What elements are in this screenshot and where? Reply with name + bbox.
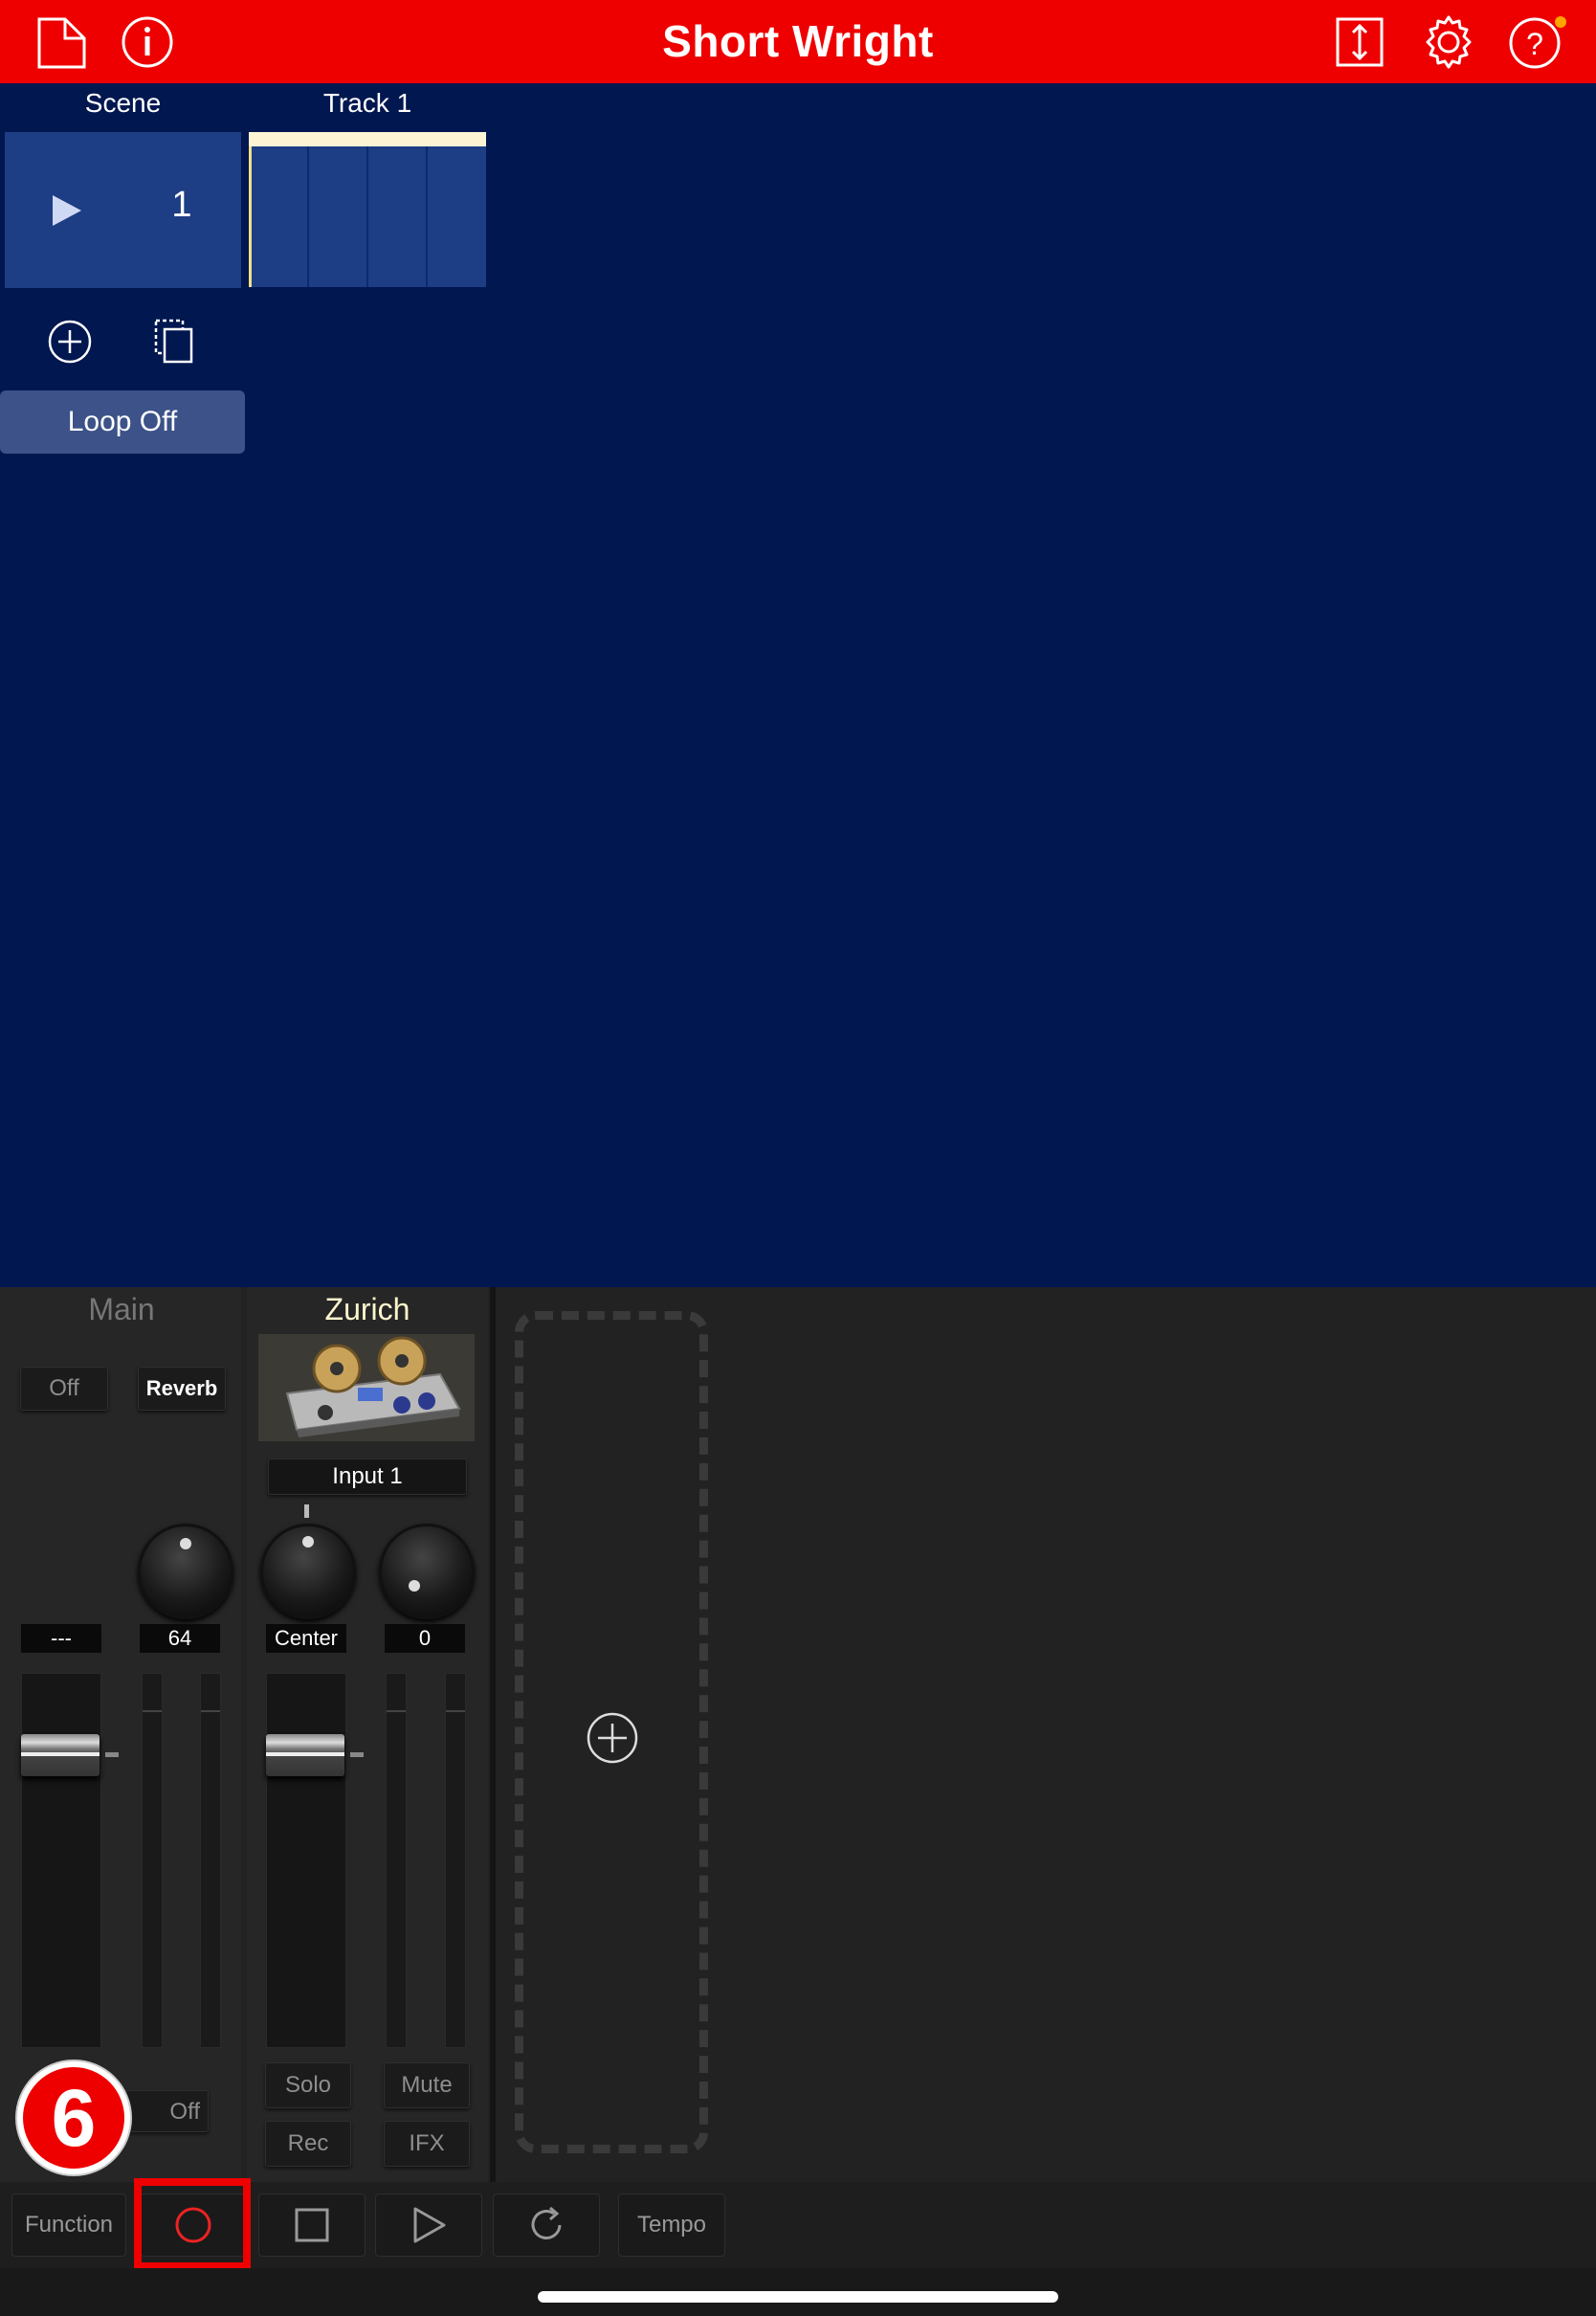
tempo-button[interactable]: Tempo — [618, 2194, 725, 2257]
zurich-fader-mark — [350, 1752, 364, 1757]
main-left-value: --- — [21, 1624, 101, 1653]
main-strip-name: Main — [88, 1292, 155, 1326]
playhead — [249, 146, 252, 287]
main-fader-track — [21, 1673, 101, 2048]
zurich-meter-right — [445, 1673, 466, 2048]
add-track-icon[interactable] — [586, 1711, 639, 1765]
highlight-box — [134, 2178, 251, 2270]
add-scene-icon[interactable] — [46, 318, 94, 366]
beat-divider — [307, 146, 309, 287]
help-icon[interactable]: ? — [1506, 13, 1567, 71]
step-badge: 6 — [17, 2061, 130, 2174]
scene-cell[interactable]: 1 — [5, 132, 241, 288]
beat-divider — [366, 146, 368, 287]
svg-text:?: ? — [1526, 27, 1543, 61]
main-bottom-button[interactable]: Off — [124, 2090, 209, 2132]
main-right-value: 64 — [140, 1624, 220, 1653]
stop-icon — [295, 2208, 329, 2242]
scene-number: 1 — [171, 185, 192, 225]
duplicate-scene-icon[interactable] — [151, 316, 199, 366]
instrument-image[interactable] — [258, 1334, 475, 1441]
ifx-button[interactable]: IFX — [384, 2121, 470, 2167]
track-header[interactable]: Track 1 — [249, 88, 486, 119]
loop-off-button[interactable]: Loop Off — [0, 390, 245, 454]
send-value: 0 — [385, 1624, 465, 1653]
reverb-button[interactable]: Reverb — [138, 1367, 226, 1411]
strip-divider — [490, 1287, 496, 2182]
pan-value: Center — [266, 1624, 346, 1653]
rec-button[interactable]: Rec — [265, 2121, 351, 2167]
clip-header-bar — [249, 132, 486, 146]
play-scene-icon[interactable] — [51, 193, 83, 228]
main-reverb-knob[interactable] — [138, 1524, 233, 1619]
pan-center-mark — [304, 1504, 309, 1518]
play-button[interactable] — [375, 2194, 482, 2257]
main-fader[interactable] — [21, 1734, 100, 1776]
play-icon — [413, 2207, 446, 2243]
input-selector[interactable]: Input 1 — [268, 1459, 467, 1495]
main-meter-left — [142, 1673, 163, 2048]
resize-vertical-icon[interactable] — [1330, 13, 1391, 71]
zurich-fader-track — [266, 1673, 346, 2048]
main-meter-right — [200, 1673, 221, 2048]
beat-divider — [426, 146, 428, 287]
main-off-button[interactable]: Off — [20, 1367, 108, 1411]
loop-icon — [531, 2206, 562, 2239]
zurich-fader[interactable] — [266, 1734, 344, 1776]
stop-button[interactable] — [258, 2194, 366, 2257]
solo-button[interactable]: Solo — [265, 2062, 351, 2108]
pan-knob[interactable] — [260, 1524, 356, 1619]
step-number: 6 — [51, 2073, 97, 2163]
function-button[interactable]: Function — [11, 2194, 126, 2257]
main-fader-mark — [105, 1752, 119, 1757]
info-icon[interactable] — [119, 13, 180, 71]
scene-header: Scene — [84, 88, 162, 118]
home-indicator[interactable] — [538, 2291, 1058, 2303]
track-clip[interactable] — [249, 132, 486, 287]
mute-button[interactable]: Mute — [384, 2062, 470, 2108]
gear-icon[interactable] — [1418, 13, 1479, 71]
tape-machine-icon — [285, 1336, 461, 1437]
loop-button[interactable] — [493, 2194, 600, 2257]
zurich-meter-left — [386, 1673, 407, 2048]
send-knob[interactable] — [379, 1524, 475, 1619]
new-document-icon[interactable] — [34, 13, 96, 71]
zurich-strip-name[interactable]: Zurich — [247, 1292, 488, 1327]
